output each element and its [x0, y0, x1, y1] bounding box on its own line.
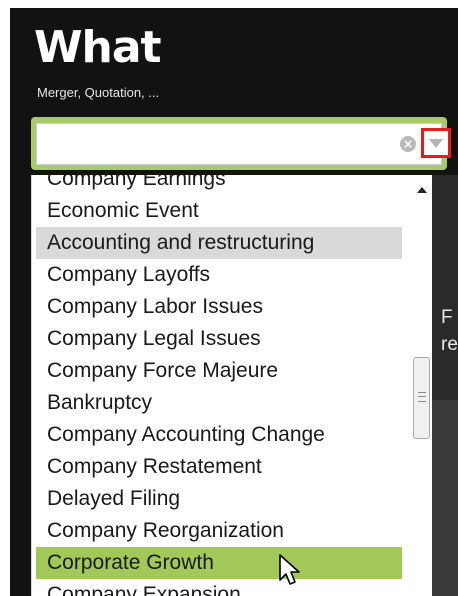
background-panel-lower [432, 400, 458, 596]
dropdown-option[interactable]: Company Earnings [36, 175, 402, 195]
dropdown-option[interactable]: Company Labor Issues [36, 291, 402, 323]
dropdown-option[interactable]: Economic Event [36, 195, 402, 227]
dropdown-list: Company Earnings Economic Event Accounting… [31, 175, 432, 596]
what-search-input[interactable]: × [36, 123, 451, 165]
chevron-down-icon [429, 139, 443, 148]
dropdown-option[interactable]: Company Legal Issues [36, 323, 402, 355]
background-partial-text: F re [441, 307, 458, 355]
page-title: What [34, 22, 162, 73]
dropdown-option[interactable]: Accounting and restructuring [36, 227, 402, 259]
dropdown-option[interactable]: Company Restatement [36, 451, 402, 483]
dropdown-option[interactable]: Company Layoffs [36, 259, 402, 291]
scrollbar-thumb[interactable] [413, 357, 430, 439]
mouse-cursor-icon [279, 554, 300, 585]
dropdown-toggle-button[interactable] [421, 128, 451, 158]
dropdown-option[interactable]: Corporate Growth [36, 547, 402, 579]
page-subtitle: Merger, Quotation, ... [37, 85, 160, 100]
dropdown-option[interactable]: Company Accounting Change [36, 419, 402, 451]
dropdown-option[interactable]: Company Reorganization [36, 515, 402, 547]
scrollbar[interactable] [411, 175, 432, 596]
dropdown-option[interactable]: Delayed Filing [36, 483, 402, 515]
app-panel: What Merger, Quotation, ... × F re Compa… [10, 8, 458, 596]
dropdown-option[interactable]: Bankruptcy [36, 387, 402, 419]
dropdown-option[interactable]: Company Force Majeure [36, 355, 402, 387]
scroll-up-arrow-icon[interactable] [417, 187, 427, 193]
what-combobox: × [31, 117, 451, 170]
dropdown-items: Company Earnings Economic Event Accounting… [36, 175, 402, 596]
grip-icon [418, 392, 426, 402]
clear-icon[interactable]: × [400, 136, 416, 152]
background-panel [432, 175, 458, 596]
dropdown-option[interactable]: Company Expansion [36, 579, 402, 596]
